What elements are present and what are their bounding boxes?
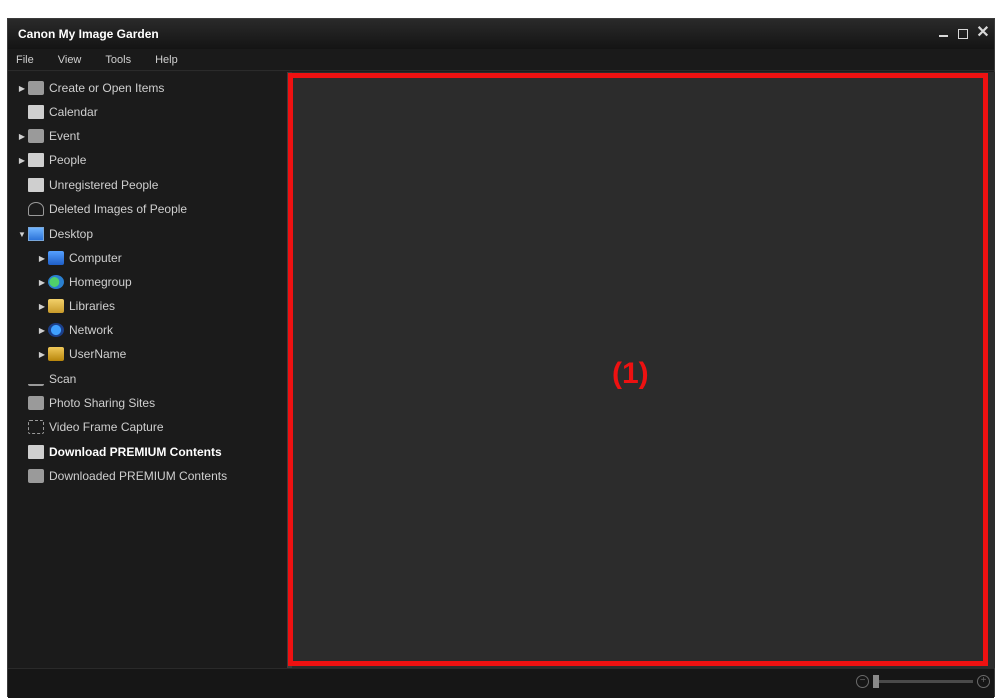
expand-arrow-icon[interactable]: ▶ xyxy=(36,278,48,287)
expand-arrow-icon[interactable]: ▶ xyxy=(16,132,28,141)
expand-arrow-icon[interactable]: ▶ xyxy=(36,302,48,311)
create-items-icon xyxy=(28,81,44,95)
video-capture-icon xyxy=(28,420,44,434)
photo-sharing-icon xyxy=(28,396,44,410)
tree-item-label: Create or Open Items xyxy=(49,81,165,95)
tree-item-downloaded-premium-contents[interactable]: Downloaded PREMIUM Contents xyxy=(28,466,227,486)
zoom-slider-thumb[interactable] xyxy=(873,675,879,688)
maximize-button[interactable] xyxy=(956,25,970,41)
tree-item-label: Scan xyxy=(49,372,77,386)
computer-icon xyxy=(48,251,64,265)
tree-item-homegroup[interactable]: ▶ Homegroup xyxy=(36,272,132,292)
menu-help[interactable]: Help xyxy=(155,54,178,66)
downloaded-premium-icon xyxy=(28,469,44,483)
status-bar: − + xyxy=(8,668,994,698)
title-bar: Canon My Image Garden ✕ xyxy=(8,19,994,49)
tree-item-label: Photo Sharing Sites xyxy=(49,396,156,410)
tree-item-label: Downloaded PREMIUM Contents xyxy=(49,469,228,483)
unregistered-people-icon xyxy=(28,178,44,192)
expand-arrow-icon[interactable]: ▶ xyxy=(36,254,48,263)
tree-item-libraries[interactable]: ▶ Libraries xyxy=(36,296,115,316)
tree-item-video-frame-capture[interactable]: Video Frame Capture xyxy=(28,417,164,437)
window-title: Canon My Image Garden xyxy=(18,27,159,41)
menu-tools[interactable]: Tools xyxy=(105,54,131,66)
tree-item-label: Unregistered People xyxy=(49,178,159,192)
people-icon xyxy=(28,153,44,167)
global-menu-sidebar: ▶ Create or Open Items Calendar ▶ Event … xyxy=(8,72,287,668)
window-controls: ✕ xyxy=(936,25,990,41)
tree-item-label: Calendar xyxy=(49,105,98,119)
tree-item-scan[interactable]: Scan xyxy=(28,369,76,389)
tree-item-label: People xyxy=(49,153,87,167)
tree-item-label: Network xyxy=(69,323,114,337)
homegroup-icon xyxy=(48,275,64,289)
deleted-people-icon xyxy=(28,202,44,216)
tree-item-label: Computer xyxy=(69,251,122,265)
tree-item-event[interactable]: ▶ Event xyxy=(16,126,80,146)
tree-item-label: Video Frame Capture xyxy=(49,420,164,434)
libraries-icon xyxy=(48,299,64,313)
tree-item-create-or-open-items[interactable]: ▶ Create or Open Items xyxy=(16,78,164,98)
tree-item-download-premium-contents[interactable]: Download PREMIUM Contents xyxy=(28,442,222,462)
tree-item-label: Homegroup xyxy=(69,275,132,289)
menu-view[interactable]: View xyxy=(58,54,82,66)
tree-item-calendar[interactable]: Calendar xyxy=(28,102,98,122)
tree-item-username[interactable]: ▶ UserName xyxy=(36,344,126,364)
tree-item-desktop[interactable]: ▼ Desktop xyxy=(16,224,93,244)
zoom-in-icon[interactable]: + xyxy=(977,675,990,688)
tree-item-people[interactable]: ▶ People xyxy=(16,150,86,170)
minimize-button[interactable] xyxy=(936,25,950,41)
zoom-out-icon[interactable]: − xyxy=(856,675,869,688)
event-icon xyxy=(28,129,44,143)
tree-item-unregistered-people[interactable]: Unregistered People xyxy=(28,175,158,195)
tree-item-deleted-images-of-people[interactable]: Deleted Images of People xyxy=(28,199,187,219)
zoom-slider[interactable] xyxy=(873,675,973,688)
menu-bar: File View Tools Help xyxy=(8,49,994,71)
download-premium-icon xyxy=(28,445,44,459)
desktop-icon xyxy=(28,227,44,241)
annotation-label: (1) xyxy=(612,357,649,390)
close-button[interactable]: ✕ xyxy=(976,25,990,41)
collapse-arrow-icon[interactable]: ▼ xyxy=(16,230,28,239)
calendar-icon xyxy=(28,105,44,119)
tree-item-label: Libraries xyxy=(69,299,116,313)
tree-item-photo-sharing-sites[interactable]: Photo Sharing Sites xyxy=(28,393,155,413)
tree-item-label: Download PREMIUM Contents xyxy=(49,445,222,459)
expand-arrow-icon[interactable]: ▶ xyxy=(36,326,48,335)
tree-item-network[interactable]: ▶ Network xyxy=(36,320,113,340)
tree-item-label: Deleted Images of People xyxy=(49,202,188,216)
scan-icon xyxy=(28,372,44,386)
tree-item-label: Event xyxy=(49,129,80,143)
tree-item-label: Desktop xyxy=(49,227,94,241)
expand-arrow-icon[interactable]: ▶ xyxy=(36,350,48,359)
menu-file[interactable]: File xyxy=(16,54,34,66)
user-folder-icon xyxy=(48,347,64,361)
expand-arrow-icon[interactable]: ▶ xyxy=(16,156,28,165)
expand-arrow-icon[interactable]: ▶ xyxy=(16,84,28,93)
tree-item-computer[interactable]: ▶ Computer xyxy=(36,248,122,268)
network-icon xyxy=(48,323,64,337)
tree-item-label: UserName xyxy=(69,347,127,361)
zoom-control: − + xyxy=(856,675,990,688)
